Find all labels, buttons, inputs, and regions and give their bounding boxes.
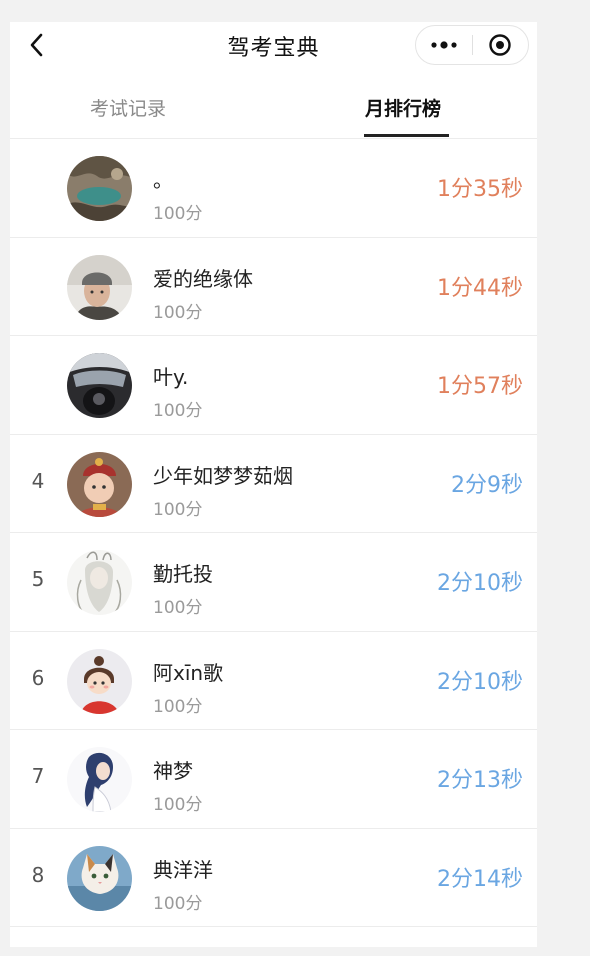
user-score: 100分: [153, 696, 203, 717]
completion-time: 1分57秒: [437, 374, 523, 399]
rank-number: 4: [31, 468, 45, 493]
active-tab-indicator: [364, 134, 449, 137]
ranking-row[interactable]: 叶y. 100分 1分57秒: [10, 336, 537, 435]
user-score: 100分: [153, 499, 203, 520]
tab-bar: 考试记录 月排行榜: [10, 82, 537, 139]
mini-program-page: 驾考宝典 考试记录 月排行榜 。 100分 1分35秒 爱的绝缘体 100分 1…: [10, 22, 537, 947]
avatar-illustration-girl-icon: [67, 747, 132, 812]
user-name: 爱的绝缘体: [153, 266, 253, 291]
completion-time: 2分10秒: [437, 571, 523, 596]
user-name: 神梦: [153, 759, 193, 783]
completion-time: 1分35秒: [437, 177, 523, 202]
tab-monthly-ranking[interactable]: 月排行榜: [365, 94, 441, 121]
ranking-list: 。 100分 1分35秒 爱的绝缘体 100分 1分44秒 叶y. 100分 1…: [10, 139, 537, 927]
target-close-icon: [489, 34, 511, 56]
user-score: 100分: [153, 893, 203, 914]
rank-number: 7: [31, 764, 45, 788]
ranking-row[interactable]: 4 少年如梦梦茹烟 100分 2分9秒: [10, 435, 537, 533]
ranking-row[interactable]: 8 典洋洋 100分 2分14秒: [10, 829, 537, 927]
user-name: 叶y.: [153, 365, 189, 389]
capsule-menu: [415, 25, 529, 65]
close-button[interactable]: [472, 26, 528, 64]
user-name: 阿xīn歌: [153, 660, 224, 685]
user-name: 典洋洋: [153, 857, 213, 882]
nav-bar: 驾考宝典: [10, 22, 537, 68]
avatar-man-beanie-icon: [67, 254, 132, 320]
completion-time: 2分14秒: [437, 866, 523, 892]
ranking-row[interactable]: 5 勤托投 100分 2分10秒: [10, 533, 537, 632]
completion-time: 2分10秒: [437, 669, 523, 695]
completion-time: 2分13秒: [437, 768, 523, 793]
user-name: 少年如梦梦茹烟: [153, 463, 293, 488]
user-name: 勤托投: [153, 562, 213, 586]
completion-time: 1分44秒: [437, 275, 523, 301]
ranking-row[interactable]: 爱的绝缘体 100分 1分44秒: [10, 238, 537, 336]
avatar-cat-icon: [67, 845, 132, 911]
rank-number: 8: [31, 862, 45, 887]
more-dots-icon: [431, 41, 457, 49]
avatar-sketch-girl-icon: [67, 550, 132, 615]
completion-time: 2分9秒: [451, 472, 523, 498]
user-score: 100分: [153, 204, 203, 224]
user-score: 100分: [153, 302, 203, 323]
user-name: 。: [153, 168, 173, 192]
rank-number: 6: [31, 665, 45, 690]
avatar-cartoon-girl-icon: [67, 648, 132, 714]
tab-exam-records[interactable]: 考试记录: [90, 94, 166, 121]
more-button[interactable]: [416, 26, 472, 64]
ranking-row[interactable]: 。 100分 1分35秒: [10, 139, 537, 238]
user-score: 100分: [153, 795, 203, 815]
user-score: 100分: [153, 598, 203, 618]
ranking-row[interactable]: 7 神梦 100分 2分13秒: [10, 730, 537, 829]
ranking-row[interactable]: 6 阿xīn歌 100分 2分10秒: [10, 632, 537, 730]
user-score: 100分: [153, 401, 203, 421]
avatar-car-interior-icon: [67, 353, 132, 418]
avatar-child-costume-icon: [67, 451, 132, 517]
rank-number: 5: [31, 567, 45, 591]
avatar-cave-icon: [67, 156, 132, 221]
